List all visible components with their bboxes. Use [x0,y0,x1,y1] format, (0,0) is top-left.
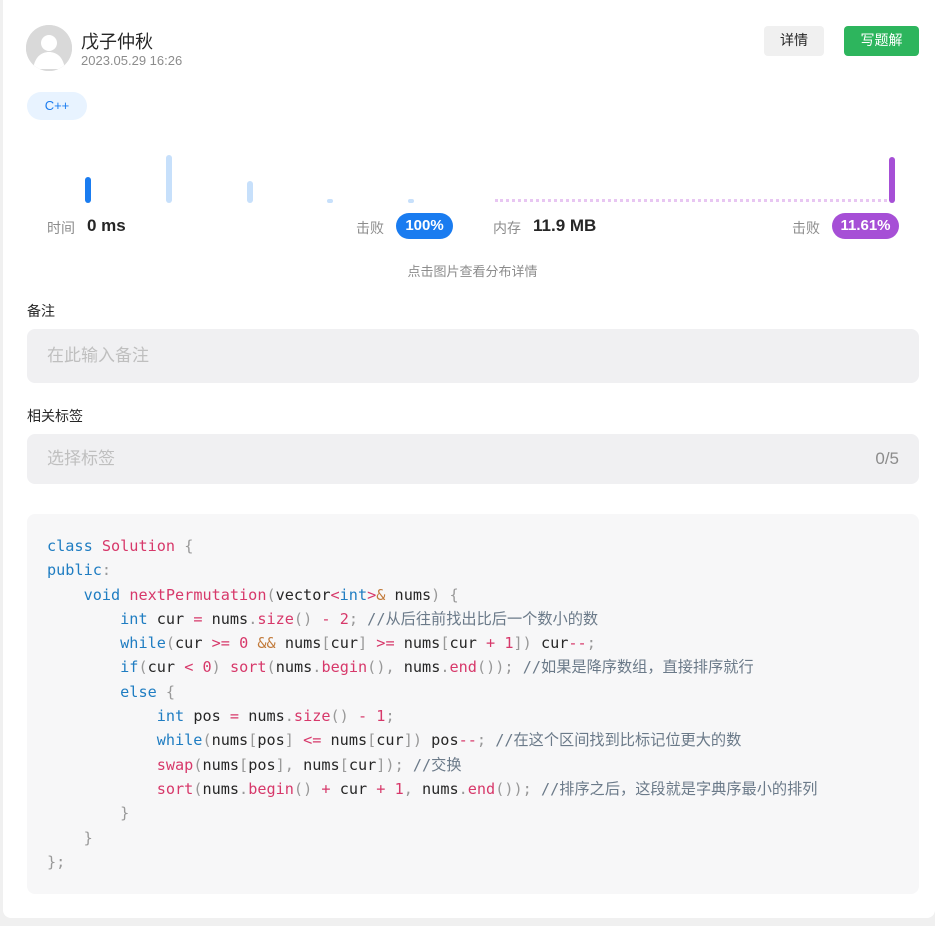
avatar[interactable] [26,25,72,71]
tags-label: 相关标签 [27,409,83,425]
detail-button[interactable]: 详情 [764,26,824,56]
note-input[interactable] [47,329,919,383]
memory-distribution-dots [495,199,887,202]
time-value: 0 ms [87,216,126,235]
note-label: 备注 [27,304,55,320]
time-bar [327,199,333,203]
time-bar [247,181,253,203]
submission-date: 2023.05.29 16:26 [81,53,183,68]
memory-value: 11.9 MB [533,216,597,235]
time-bar-current [85,177,91,203]
write-solution-button[interactable]: 写题解 [844,26,919,56]
time-beat-label: 击败 [356,221,384,237]
memory-beat-badge: 11.61% [832,213,899,239]
memory-label: 内存 [493,221,521,237]
next-card-edge [0,926,935,938]
distribution-chart[interactable] [0,140,935,210]
tag-selector-placeholder: 选择标签 [47,449,115,469]
time-label: 时间 [47,221,75,237]
distribution-hint: 点击图片查看分布详情 [407,265,538,280]
memory-bar-current [889,157,895,203]
tag-selector[interactable]: 选择标签 0/5 [27,434,919,484]
tag-count: 0/5 [875,449,899,468]
note-field[interactable] [27,329,919,383]
time-beat-badge: 100% [396,213,453,239]
author-name[interactable]: 戊子仲秋 [81,28,153,54]
code-block[interactable]: class Solution { public: void nextPermut… [27,514,919,894]
code-content: class Solution { public: void nextPermut… [47,537,818,871]
memory-beat-label: 击败 [792,221,820,237]
user-placeholder-icon [26,25,72,71]
language-tag[interactable]: C++ [27,92,87,120]
time-bar [408,199,414,203]
time-bar [166,155,172,203]
